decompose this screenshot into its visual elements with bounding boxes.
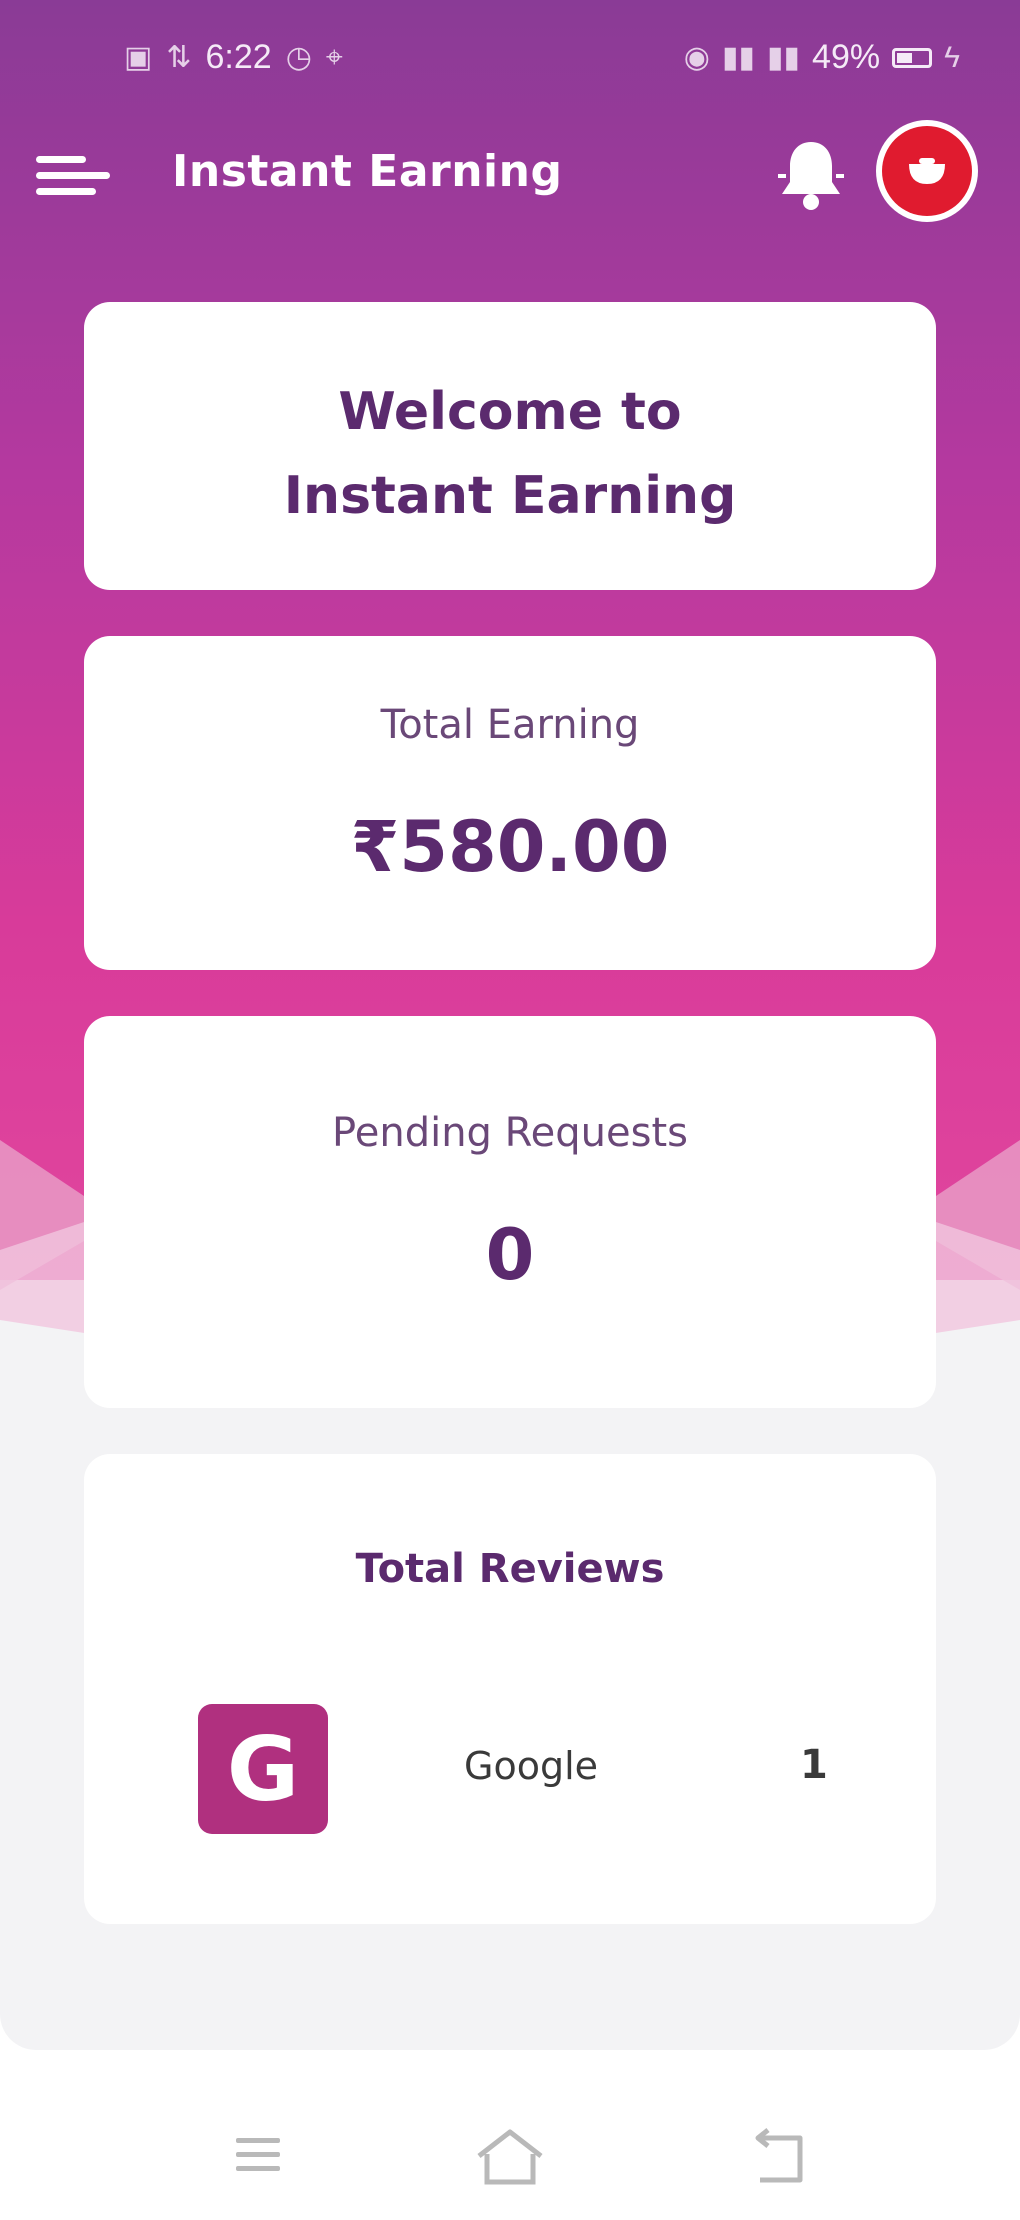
app-title: Instant Earning	[172, 146, 563, 197]
status-time: 6:22	[205, 38, 272, 76]
pending-requests-value: 0	[485, 1214, 535, 1296]
total-earning-label: Total Earning	[380, 702, 640, 748]
welcome-line-2: Instant Earning	[283, 466, 737, 526]
status-right: ◉ ▮▮ ▮▮ 49% ϟ	[684, 38, 960, 77]
avatar-icon	[882, 126, 972, 216]
eye-icon: ◉	[683, 41, 710, 74]
total-reviews-label: Total Reviews	[355, 1546, 665, 1592]
avatar[interactable]	[876, 120, 978, 222]
status-left: ▣ ⇅ 6:22 ◷ ⌖	[124, 38, 343, 77]
welcome-card: Welcome to Instant Earning	[84, 302, 936, 590]
pending-requests-card[interactable]: Pending Requests 0	[84, 1016, 936, 1408]
home-icon	[477, 2129, 543, 2185]
welcome-line-1: Welcome to	[338, 382, 682, 442]
charging-icon: ϟ	[944, 40, 960, 74]
total-earning-value: ₹580.00	[350, 806, 670, 888]
total-reviews-card: Total Reviews G Google 1	[84, 1454, 936, 1924]
status-bar: ▣ ⇅ 6:22 ◷ ⌖ ◉ ▮▮ ▮▮ 49% ϟ	[0, 0, 1020, 110]
review-row-google[interactable]: G Google 1	[84, 1704, 936, 1834]
welcome-heading: Welcome to Instant Earning	[84, 370, 936, 538]
pending-requests-label: Pending Requests	[332, 1110, 688, 1156]
back-icon	[755, 2128, 803, 2183]
google-icon: G	[198, 1704, 328, 1834]
signal-data-icon: ⇅	[166, 41, 192, 74]
location-icon: ⌖	[325, 40, 343, 74]
review-count: 1	[800, 1742, 828, 1788]
menu-button[interactable]	[36, 146, 110, 206]
total-earning-card[interactable]: Total Earning ₹580.00	[84, 636, 936, 970]
home-button[interactable]	[465, 2120, 555, 2200]
battery-percent: 49%	[812, 38, 881, 76]
battery-icon	[892, 47, 933, 68]
bell-icon	[778, 142, 844, 210]
recents-icon	[236, 2138, 280, 2171]
signal-icon-1: ▮▮	[721, 41, 756, 74]
signal-icon-2: ▮▮	[767, 41, 801, 74]
review-platform-name: Google	[464, 1744, 599, 1788]
notifications-button[interactable]	[778, 138, 844, 212]
back-button[interactable]	[734, 2120, 824, 2200]
sim-icon: ▣	[124, 41, 153, 74]
screen: ▣ ⇅ 6:22 ◷ ⌖ ◉ ▮▮ ▮▮ 49% ϟ Instant Earni…	[0, 0, 1020, 2220]
recents-button[interactable]	[212, 2120, 302, 2200]
alarm-icon: ◷	[285, 41, 312, 74]
system-nav-bar	[0, 2120, 1020, 2210]
app-bar: Instant Earning	[0, 110, 1020, 250]
